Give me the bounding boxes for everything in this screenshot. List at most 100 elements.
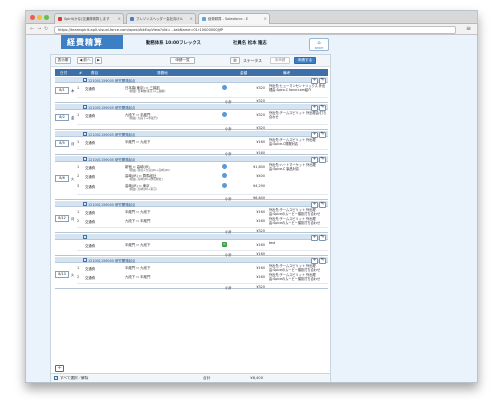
row-kind: 交通費 — [85, 141, 96, 145]
close-window-icon[interactable] — [30, 15, 35, 20]
add-icon[interactable]: + — [311, 235, 318, 241]
subtotal-row: 小計 ¥6,640 — [77, 194, 328, 201]
transit-icon — [222, 183, 227, 188]
total-label: 合計 — [203, 376, 211, 380]
row-kind: 交通費 — [85, 166, 96, 170]
minimize-window-icon[interactable] — [37, 15, 42, 20]
close-tab-icon[interactable]: × — [190, 16, 193, 21]
edit-icon[interactable]: ✎ — [319, 132, 326, 138]
forward-icon[interactable]: → — [37, 26, 41, 32]
total-value: ¥8,400 — [250, 376, 263, 380]
close-tab-icon[interactable]: × — [118, 16, 121, 21]
subtotal-label: 小計 — [225, 229, 232, 234]
subtotal-label: 小計 — [225, 252, 232, 257]
row-note: 外出先:チームスピリット 外出理由:Spiceのムービー撮影打ち合わせ — [269, 264, 321, 272]
edit-icon[interactable]: ✎ — [319, 202, 326, 208]
expense-group-0813: ✓ 121001159005 研究開発起点 + ✎ 8/13 火 1 交通費 半蔵… — [55, 257, 328, 290]
expense-row[interactable]: 1 交通費 半蔵門 ⇔ 九段下 ¥160 外出先:チームスピリット 外出理由:S… — [77, 208, 328, 217]
row-kind: 交通費 — [85, 276, 96, 280]
expense-group-0812: ✓ 121001159005 研究開発起点 + ✎ 8/12 月 1 交通費 半蔵… — [55, 201, 328, 234]
group-header: ✓ 121001159005 研究開発起点 + ✎ — [55, 104, 328, 111]
status-badge: 未申請 — [270, 57, 290, 64]
add-expense-button[interactable]: + — [55, 365, 64, 372]
weekday: 木 — [71, 89, 75, 93]
date-cell[interactable]: 8/13 — [55, 271, 69, 278]
date-cell[interactable]: 8/1 — [55, 87, 69, 94]
date-cell[interactable]: 8/6 — [55, 175, 69, 182]
group-checkbox[interactable]: ✓ — [83, 157, 87, 161]
expense-row[interactable]: 交通費 半蔵門 ⇔ 九段下 IC ¥160 test — [77, 241, 328, 250]
group-checkbox[interactable]: ✓ — [83, 258, 87, 262]
edit-icon[interactable]: ✎ — [319, 157, 326, 163]
date-cell[interactable]: 8/12 — [55, 215, 69, 222]
view-toggle-button[interactable]: ▥ — [230, 57, 240, 64]
spirit-icon-label: SPIRIT — [314, 46, 324, 50]
maximize-window-icon[interactable] — [44, 15, 49, 20]
group-header: ✓ 121001159005 研究開発起点 + ✎ — [55, 201, 328, 208]
expense-panel: 表示期 ◀ 前へ ▶ 申請一覧 ▥ ステータス 未申請 申請する 日付 # 費目… — [50, 54, 331, 374]
edit-icon[interactable]: ✎ — [319, 235, 326, 241]
expense-row[interactable]: 1 交通費 半蔵門 ⇔ 九段下 ¥160 外出先:チームスピリット 外出理由:S… — [77, 264, 328, 273]
prev-month-button[interactable]: ◀ 前へ — [77, 57, 93, 64]
row-route-detail: (経由: 日本橋(東京)→三越前) — [129, 89, 166, 93]
date-cell[interactable]: 8/2 — [55, 114, 69, 121]
group-buttons: + ✎ — [310, 234, 326, 241]
row-note: 外出先:ハートマーケット 外出理由:Spice-C 製品対応 — [269, 163, 316, 171]
select-all-label[interactable]: すべて選択／解除 — [60, 376, 88, 381]
row-route-detail: (経由: 新宿→大宮(JR)→高崎(JR)) — [129, 168, 170, 172]
close-tab-icon[interactable]: × — [264, 16, 267, 21]
browser-tab-3[interactable]: 経費精算 - Salesforce - E × — [198, 13, 270, 24]
apply-button[interactable]: 申請する — [294, 57, 316, 64]
date-cell[interactable]: 8/5 — [55, 140, 69, 147]
expense-row[interactable]: 1 交通費 九段下 ⇔ 半蔵門 (経由: 九段下→半蔵門) ¥320 外出先:チ… — [77, 111, 328, 120]
reload-icon[interactable]: ↻ — [44, 26, 48, 32]
salesforce-icon — [202, 17, 206, 21]
subtotal-label: 小計 — [225, 285, 232, 290]
application-list-button[interactable]: 申請一覧 — [170, 57, 195, 64]
row-amount: ¥160 — [256, 243, 265, 247]
row-no: 3 — [77, 184, 80, 188]
group-checkbox[interactable]: ✓ — [83, 132, 87, 136]
group-checkbox[interactable]: ✓ — [83, 78, 87, 82]
spirit-icon[interactable]: ⌂ SPIRIT — [309, 38, 329, 51]
row-kind: 交通費 — [85, 244, 96, 248]
period-select[interactable]: 表示期 — [55, 57, 71, 64]
row-route-detail: (経由: 高崎(JR)→群馬総社) — [129, 177, 163, 181]
subtotal-row: 小計 ¥320 — [77, 227, 328, 234]
expense-row[interactable]: 2 交通費 九段下 ⇔ 半蔵門 ¥160 外出先:チームスピリット 外出理由:S… — [77, 273, 328, 282]
browser-tab-2[interactable]: プレゾンスヘッダー会社向けル × — [126, 13, 196, 24]
row-amount: ¥320 — [256, 86, 265, 90]
group-title: 121001159005 研究開発起点 — [88, 203, 136, 207]
subtotal-value: ¥320 — [256, 125, 265, 130]
group-title: 121001159005 研究開発起点 — [88, 133, 136, 137]
url-field[interactable]: https://teamspirit.ap0.visual.force.com/… — [54, 25, 456, 34]
row-amount: ¥160 — [256, 266, 265, 270]
row-no: 2 — [77, 275, 80, 279]
edit-icon[interactable]: ✎ — [319, 258, 326, 264]
expense-row[interactable]: 1 交通費 新宿 ⇔ 高崎(JR) (経由: 新宿→大宮(JR)→高崎(JR))… — [77, 163, 328, 172]
expense-row[interactable]: 3 交通費 高崎(JR) ⇔ 東京 (経由: 高崎(JR)→東京) ¥4,290 — [77, 183, 328, 191]
next-month-button[interactable]: ▶ — [95, 57, 102, 64]
subtotal-label: 小計 — [225, 151, 232, 156]
group-title: 121001159005 研究開発起点 — [88, 106, 136, 110]
row-no: 1 — [77, 210, 80, 214]
expense-row[interactable]: 1 交通費 半蔵門 ⇔ 九段下 ¥160 外出先:チームスピリット 外出理由:S… — [77, 138, 328, 147]
select-all-checkbox[interactable]: ✓ — [54, 376, 58, 380]
expense-row[interactable]: 1 交通費 日本橋(東京) ⇔ 三越前 (経由: 日本橋(東京)→三越前) ¥3… — [77, 84, 328, 93]
col-amount: 金額 — [240, 70, 248, 75]
back-icon[interactable]: ← — [30, 26, 34, 32]
row-route: 九段下 ⇔ 半蔵門 — [125, 219, 151, 223]
subtotal-value: ¥320 — [256, 228, 265, 233]
menu-icon[interactable]: ≡ — [466, 26, 471, 32]
group-checkbox[interactable]: ✓ — [83, 202, 87, 206]
browser-tab-1[interactable]: Spirit(かな)交通費精算します × — [54, 13, 124, 24]
work-system: 勤務体系 10:00フレックス — [146, 41, 201, 46]
expense-row[interactable]: 2 交通費 高崎(JR) ⇔ 群馬総社 (経由: 高崎(JR)→群馬総社) ¥4… — [77, 173, 328, 181]
row-no: 1 — [77, 86, 80, 90]
row-no: 2 — [77, 174, 80, 178]
expense-group-ic: ✓ + ✎ 交通費 半蔵門 ⇔ 九段下 IC ¥160 test 小計 ¥160 — [55, 234, 328, 257]
expense-row[interactable]: 2 交通費 九段下 ⇔ 半蔵門 ¥160 外出先:チームスピリット 外出理由:S… — [77, 217, 328, 226]
group-checkbox[interactable]: ✓ — [83, 105, 87, 109]
row-note: 外出先:チームスピリット 外出理由:Spiceのムービー撮影打ち合わせ — [269, 208, 321, 216]
group-checkbox[interactable]: ✓ — [83, 235, 87, 239]
